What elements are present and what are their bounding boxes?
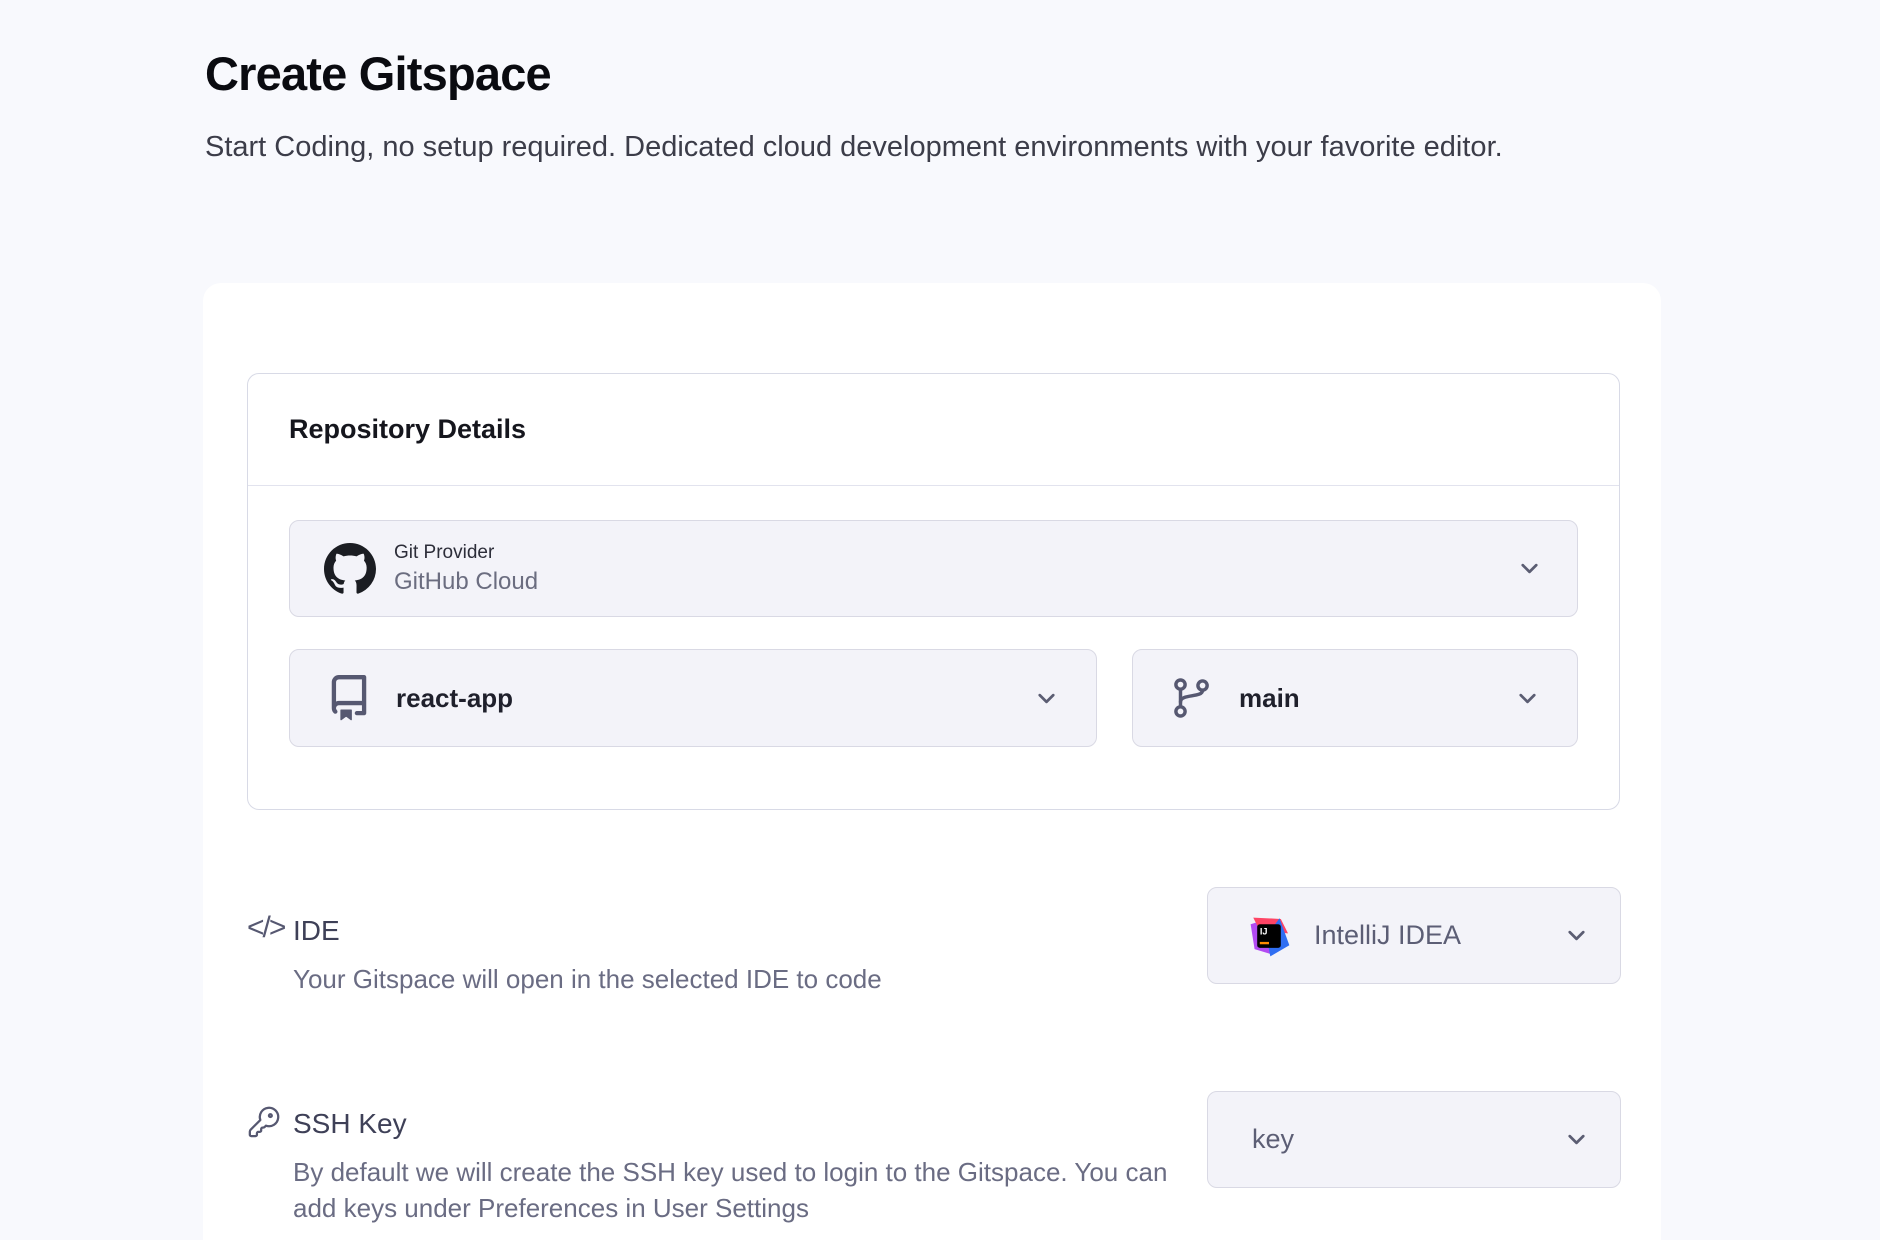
- git-provider-labels: Git Provider GitHub Cloud: [394, 540, 538, 597]
- repository-details-header: Repository Details: [248, 374, 1619, 486]
- ide-section: </> IDE Your Gitspace will open in the s…: [203, 887, 1661, 997]
- intellij-idea-logo-icon: IJ: [1248, 915, 1290, 957]
- chevron-down-icon: [1033, 685, 1060, 712]
- code-icon: </>: [247, 887, 293, 945]
- repository-details-title: Repository Details: [289, 414, 526, 445]
- repository-details-body: Git Provider GitHub Cloud react-app: [248, 486, 1619, 809]
- git-provider-label: Git Provider: [394, 540, 538, 566]
- key-icon: [247, 1091, 293, 1139]
- ssh-key-description: By default we will create the SSH key us…: [293, 1154, 1173, 1226]
- repository-value: react-app: [396, 683, 513, 714]
- git-provider-select[interactable]: Git Provider GitHub Cloud: [289, 520, 1578, 617]
- page-header: Create Gitspace Start Coding, no setup r…: [205, 46, 1665, 169]
- repository-details-card: Repository Details Git Provider GitHub C…: [247, 373, 1620, 810]
- git-provider-value: GitHub Cloud: [394, 566, 538, 597]
- github-logo-icon: [324, 543, 376, 595]
- git-branch-icon: [1169, 675, 1215, 721]
- page-title: Create Gitspace: [205, 46, 1665, 101]
- ide-description: Your Gitspace will open in the selected …: [293, 961, 1173, 997]
- repo-branch-row: react-app mai: [289, 649, 1578, 747]
- repo-book-icon: [326, 675, 372, 721]
- ssh-key-text-block: SSH Key By default we will create the SS…: [293, 1091, 1207, 1226]
- branch-value: main: [1239, 683, 1300, 714]
- ssh-key-select[interactable]: key: [1207, 1091, 1621, 1188]
- ide-select[interactable]: IJ IntelliJ IDEA: [1207, 887, 1621, 984]
- chevron-down-icon: [1563, 922, 1590, 949]
- repository-select[interactable]: react-app: [289, 649, 1097, 747]
- page-subtitle: Start Coding, no setup required. Dedicat…: [205, 125, 1565, 169]
- create-gitspace-panel: Repository Details Git Provider GitHub C…: [203, 283, 1661, 1240]
- branch-select[interactable]: main: [1132, 649, 1578, 747]
- ide-value: IntelliJ IDEA: [1314, 920, 1461, 951]
- chevron-down-icon: [1563, 1126, 1590, 1153]
- ssh-key-heading: SSH Key: [293, 1107, 1207, 1141]
- ssh-key-value: key: [1252, 1124, 1294, 1155]
- chevron-down-icon: [1514, 685, 1541, 712]
- ide-heading: IDE: [293, 914, 1207, 948]
- chevron-down-icon: [1516, 555, 1543, 582]
- svg-text:IJ: IJ: [1260, 926, 1268, 936]
- ide-text-block: IDE Your Gitspace will open in the selec…: [293, 887, 1207, 997]
- ssh-key-section: SSH Key By default we will create the SS…: [203, 1091, 1661, 1226]
